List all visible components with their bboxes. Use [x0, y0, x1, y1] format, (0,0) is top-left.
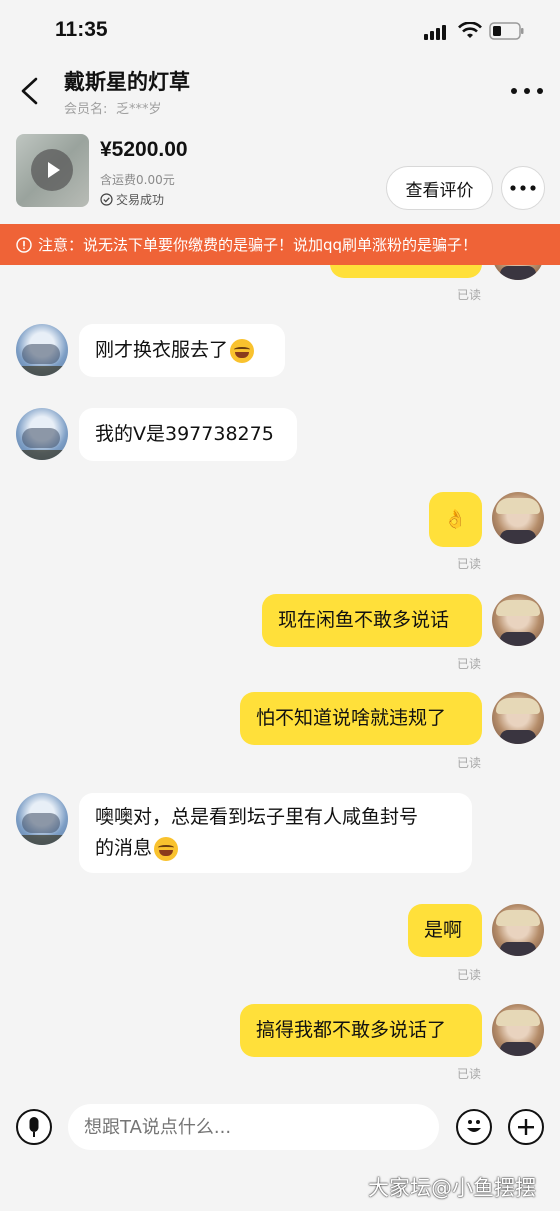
read-receipt: 已读 [457, 756, 482, 770]
message-text-line2: 的消息 [95, 837, 153, 859]
watermark: 大家坛@小鱼摆摆 [368, 1176, 536, 1200]
read-receipt: 已读 [457, 657, 482, 671]
read-receipt: 已读 [457, 557, 482, 571]
message-bubble-sent[interactable]: 现在闲鱼不敢多说话 [262, 594, 482, 647]
message-bubble-received[interactable]: 我的V是397738275 [79, 408, 297, 461]
emoji-icon [467, 1120, 481, 1132]
message-text-line1: 噢噢对，总是看到坛子里有人咸鱼封号 [95, 806, 419, 828]
plus-button[interactable] [508, 1109, 544, 1145]
signal-icon [424, 25, 446, 40]
chat-title: 戴斯星的灯草 [64, 70, 190, 94]
read-receipt: 已读 [457, 968, 482, 982]
wifi-icon [458, 22, 482, 38]
read-receipt: 已读 [457, 288, 482, 302]
my-avatar[interactable] [492, 692, 544, 744]
warning-text: 注意：说无法下单要你缴费的是骗子！说加qq刷单涨粉的是骗子！ [38, 236, 478, 254]
my-avatar[interactable] [492, 594, 544, 646]
member-name: 乏***岁 [116, 102, 162, 117]
message-text: 搞得我都不敢多说话了 [256, 1019, 447, 1041]
mic-icon [29, 1117, 39, 1137]
more-icon[interactable] [510, 86, 544, 96]
product-thumbnail[interactable] [16, 134, 89, 207]
play-icon[interactable] [31, 149, 73, 191]
plus-icon [518, 1119, 534, 1135]
laugh-cry-emoji-icon [154, 836, 179, 861]
message-bubble-sent[interactable]: 👌 [429, 492, 482, 547]
ok-hand-emoji-icon: 👌 [444, 509, 467, 530]
message-text: 是啊 [424, 919, 463, 941]
message-bubble-sent[interactable]: 搞得我都不敢多说话了 [240, 1004, 482, 1057]
contact-avatar[interactable] [16, 408, 68, 460]
member-label: 会员名: [64, 102, 108, 117]
voice-button[interactable] [16, 1109, 52, 1145]
contact-avatar[interactable] [16, 324, 68, 376]
message-bubble-sent[interactable]: 怕不知道说啥就违规了 [240, 692, 482, 745]
message-bubble-received[interactable]: 刚才换衣服去了 [79, 324, 285, 377]
message-input[interactable] [68, 1104, 439, 1150]
status-time: 11:35 [55, 18, 108, 41]
read-receipt: 已读 [457, 1067, 482, 1081]
message-bubble-received[interactable]: 噢噢对，总是看到坛子里有人咸鱼封号 的消息 [79, 793, 472, 873]
trade-status: 交易成功 [100, 191, 164, 208]
my-avatar[interactable] [492, 904, 544, 956]
message-bubble-sent[interactable]: 是啊 [408, 904, 482, 957]
message-text: 怕不知道说啥就违规了 [256, 707, 447, 729]
my-avatar[interactable] [492, 492, 544, 544]
laugh-cry-emoji-icon [230, 338, 255, 363]
my-avatar[interactable] [492, 1004, 544, 1056]
emoji-button[interactable] [456, 1109, 492, 1145]
more-icon [510, 185, 536, 191]
warning-banner: 注意：说无法下单要你缴费的是骗子！说加qq刷单涨粉的是骗子！ [0, 224, 560, 265]
product-more-button[interactable] [501, 166, 545, 210]
contact-avatar[interactable] [16, 793, 68, 845]
view-review-button[interactable]: 查看评价 [386, 166, 493, 210]
product-price: ¥5200.00 [100, 138, 188, 161]
message-text: 刚才换衣服去了 [95, 339, 229, 361]
shipping-fee: 含运费0.00元 [100, 173, 175, 187]
message-text: 现在闲鱼不敢多说话 [278, 609, 450, 631]
alert-icon [16, 236, 32, 253]
message-text: 我的V是397738275 [95, 423, 274, 445]
back-icon[interactable] [18, 76, 46, 106]
trade-status-label: 交易成功 [116, 193, 165, 207]
battery-icon [489, 22, 524, 40]
check-circle-icon [100, 193, 113, 206]
